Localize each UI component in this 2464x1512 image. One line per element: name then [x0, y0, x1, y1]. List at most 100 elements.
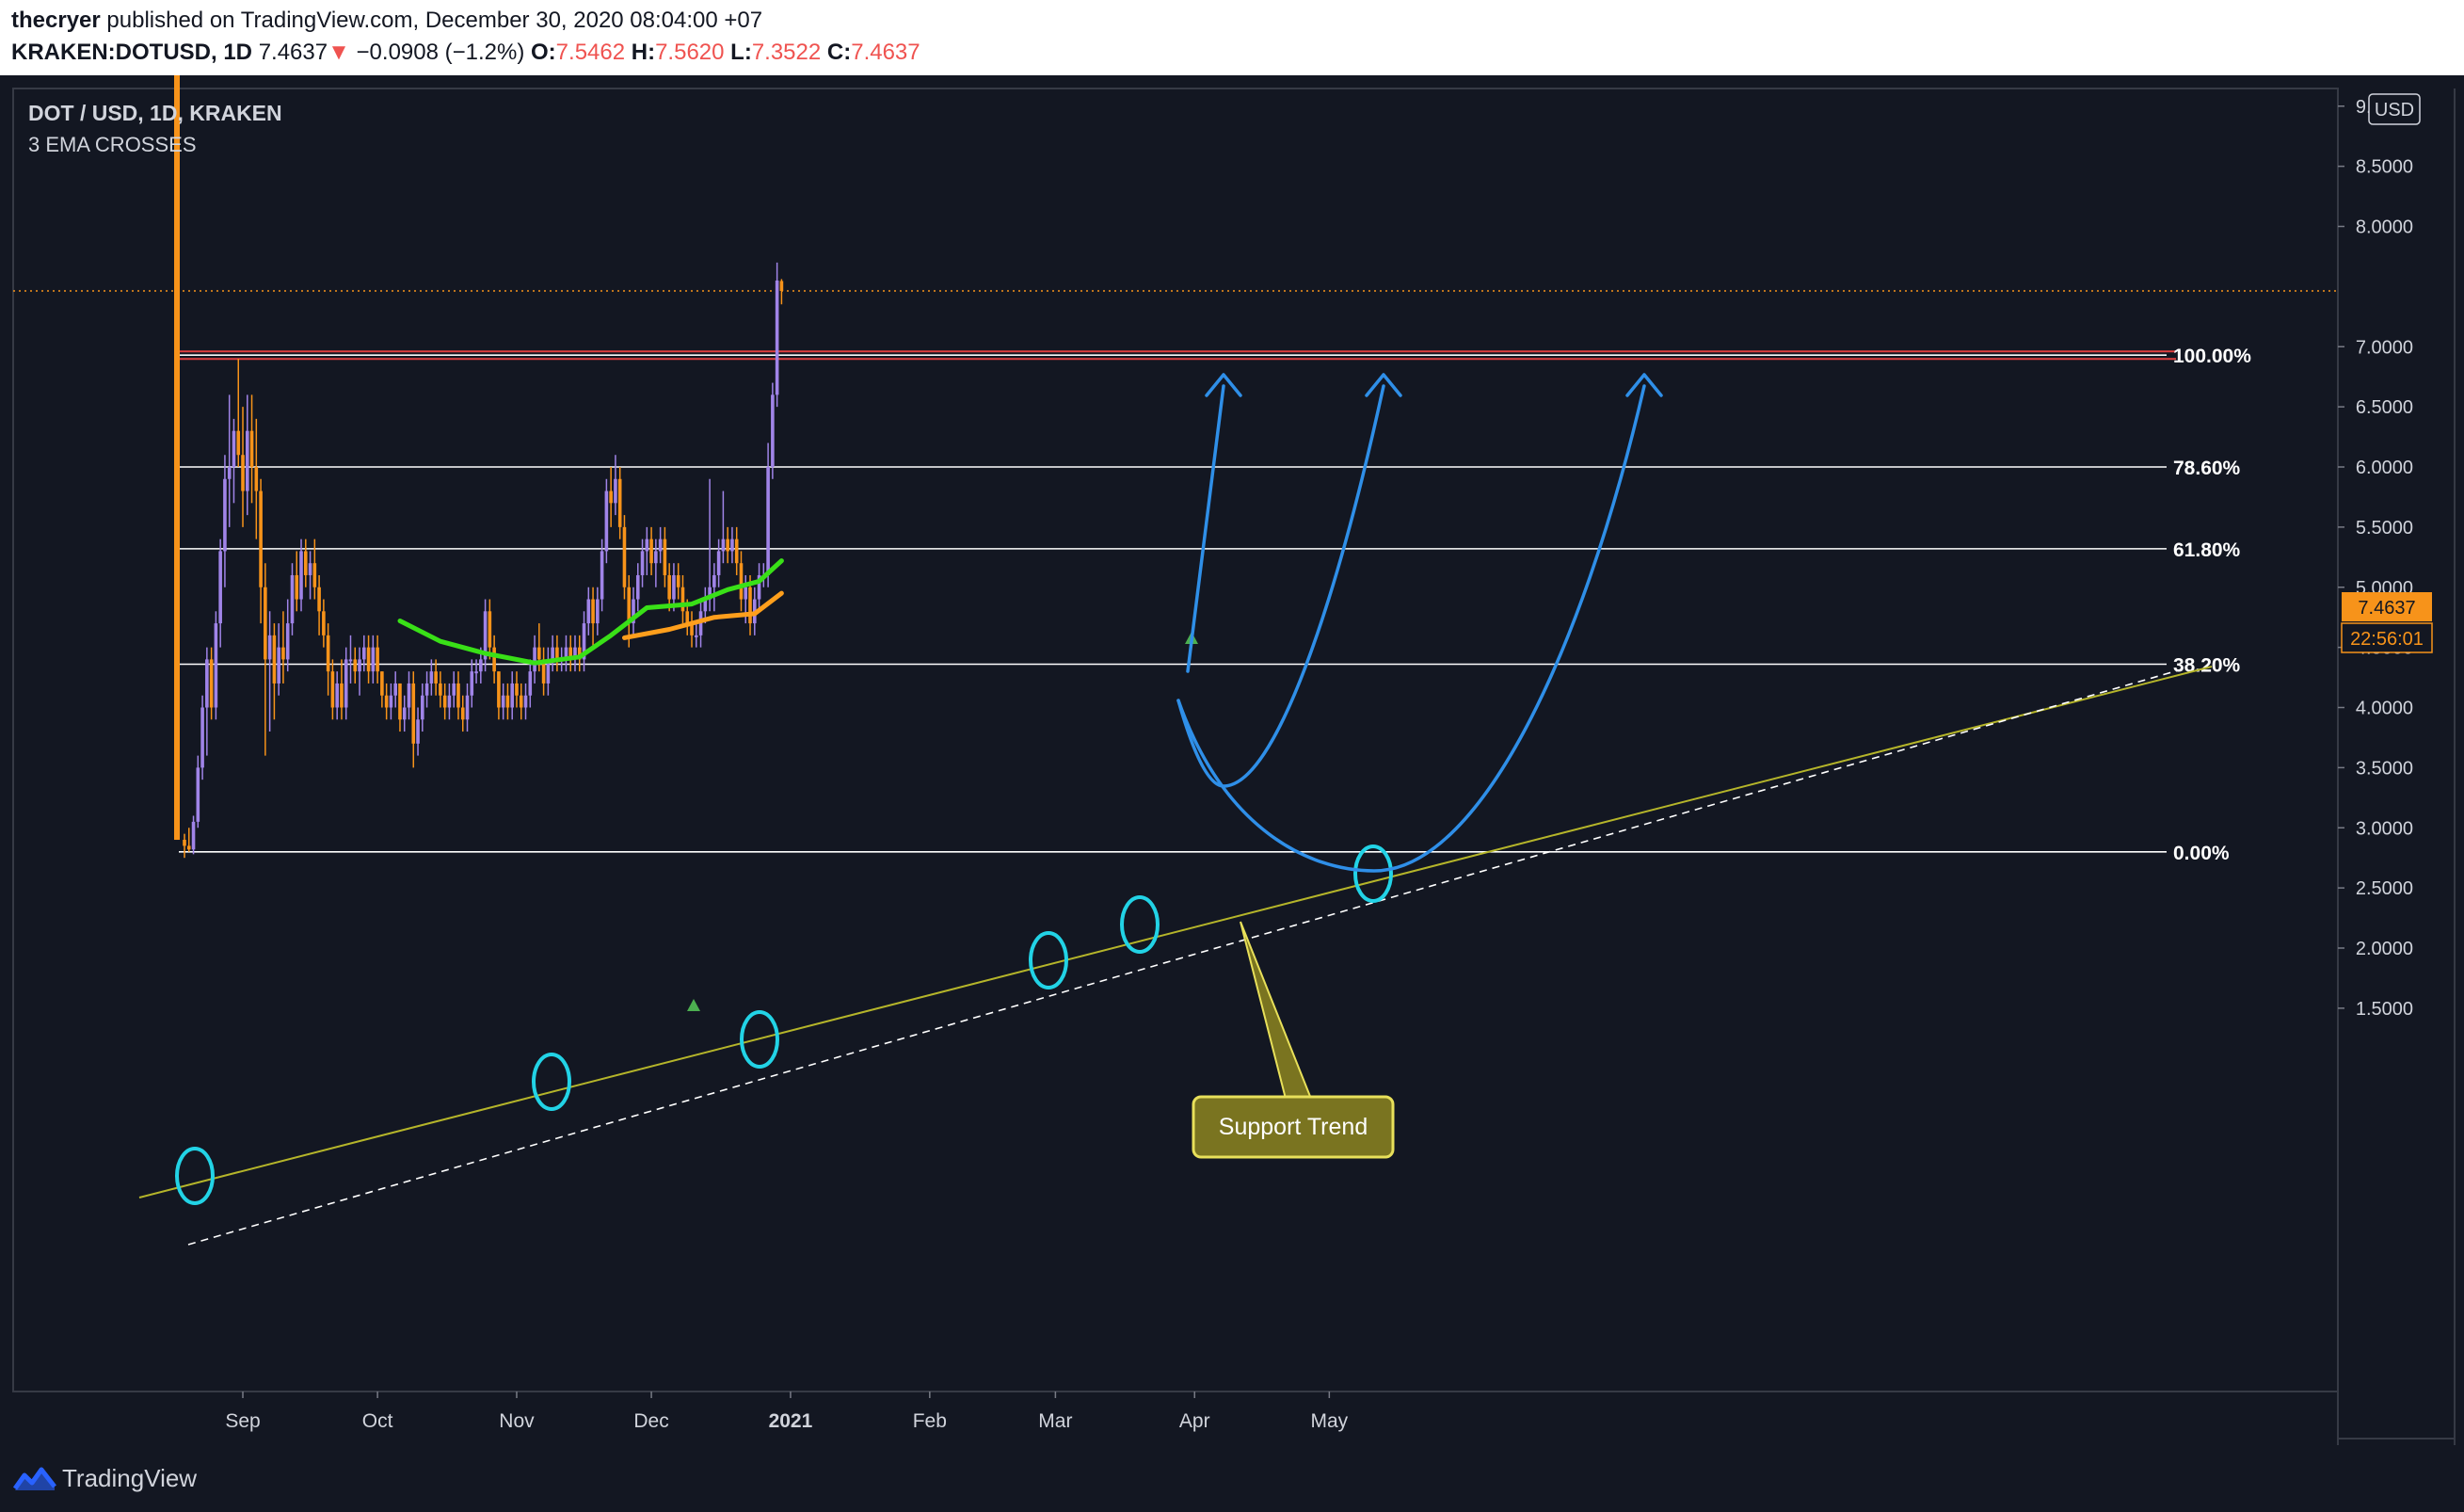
candle-body [290, 574, 295, 624]
fib-level-label: 0.00% [2173, 843, 2230, 864]
candle-body [312, 563, 317, 587]
candle-body [322, 611, 326, 635]
candle-body [200, 707, 204, 768]
time-tick-label: 2021 [769, 1410, 813, 1432]
callout-label: Support Trend [1219, 1114, 1368, 1140]
candle-body [317, 587, 321, 612]
currency-badge[interactable]: USD [2368, 93, 2421, 125]
price-tick-label: 7.0000 [2356, 337, 2413, 358]
candle-body [492, 647, 496, 672]
candle-body [254, 467, 259, 491]
fib-level-label: 61.80% [2173, 539, 2241, 561]
time-tick-label: Apr [1179, 1410, 1210, 1432]
candle-body [501, 695, 505, 708]
price-tick-label: 6.0000 [2356, 458, 2413, 478]
candle-body [411, 683, 416, 744]
candle-body [183, 840, 186, 846]
candle-body [456, 683, 460, 708]
candle-body [452, 683, 456, 696]
fib-level-label: 78.60% [2173, 458, 2241, 479]
candle-body [232, 430, 236, 467]
high-value: 7.5620 [655, 40, 725, 65]
initial-spike-candle [174, 75, 180, 841]
down-arrow-icon: ▼ [328, 40, 350, 65]
candle-body [366, 647, 371, 672]
tradingview-logo-icon[interactable] [13, 1464, 56, 1492]
candle-body [460, 707, 465, 720]
time-tick-label: Sep [225, 1410, 260, 1432]
candle-body [640, 551, 645, 575]
fib-level-label: 100.00% [2173, 346, 2251, 367]
countdown-label: 22:56:01 [2350, 629, 2424, 650]
candle-body [371, 647, 376, 672]
candle-body [384, 695, 389, 708]
price-tick-label: 8.5000 [2356, 157, 2413, 178]
currency-badge-label: USD [2375, 100, 2414, 121]
candle-body [344, 659, 348, 708]
price-chart[interactable]: 161.80%100.00%78.60%61.80%38.20%0.00% 11… [0, 75, 2464, 1445]
chart-background [0, 75, 2464, 1445]
close-label: C: [826, 40, 852, 65]
candle-body [721, 539, 726, 552]
candle-body [285, 623, 290, 660]
candle-body [424, 683, 429, 696]
price-tick-label: 2.5000 [2356, 878, 2413, 899]
time-tick-label: Nov [499, 1410, 535, 1432]
symbol-name[interactable]: KRAKEN:DOTUSD, 1D [11, 40, 252, 65]
candle-body [434, 671, 438, 684]
low-label: L: [730, 40, 752, 65]
candle-body [672, 574, 676, 600]
price-tick-label: 4.0000 [2356, 699, 2413, 719]
candle-body [398, 683, 402, 720]
candle-body [748, 587, 752, 624]
candle-body [227, 467, 232, 479]
candle-body [205, 659, 209, 708]
candle-body [303, 551, 308, 575]
candle-body [600, 551, 604, 600]
candle-body [694, 635, 698, 637]
symbol-info: KRAKEN:DOTUSD, 1D 7.4637▼ −0.0908 (−1.2%… [11, 40, 920, 66]
candle-body [277, 647, 280, 684]
candle-body [591, 599, 595, 624]
candle-body [658, 539, 663, 552]
candle-body [218, 551, 222, 624]
candle-body [295, 574, 299, 600]
open-label: O: [531, 40, 556, 65]
last-value: 7.4637 [258, 40, 328, 65]
candle-body [474, 671, 478, 674]
candle-body [407, 683, 411, 708]
candle-body [685, 611, 690, 624]
candle-body [340, 683, 344, 708]
candle-body [267, 635, 272, 660]
candle-body [596, 599, 600, 624]
candle-body [272, 635, 277, 684]
time-tick-label: Mar [1038, 1410, 1072, 1432]
candle-body [376, 647, 379, 672]
price-tick-label: 5.5000 [2356, 518, 2413, 539]
candle-body [439, 683, 442, 696]
candle-body [353, 659, 358, 672]
candle-body [259, 491, 263, 587]
candle-body [771, 394, 775, 467]
open-value: 7.5462 [555, 40, 626, 65]
price-tick-label: 3.5000 [2356, 758, 2413, 779]
author-name[interactable]: thecryer [11, 8, 101, 33]
price-tick-label: 3.0000 [2356, 818, 2413, 839]
last-price-label: 7.4637 [2358, 598, 2415, 619]
candle-body [196, 767, 200, 822]
publish-info: thecryer published on TradingView.com, D… [11, 8, 762, 34]
candle-body [264, 587, 267, 660]
candle-body [533, 647, 536, 672]
candle-body [362, 647, 366, 660]
candle-body [586, 599, 591, 624]
candle-body [479, 659, 483, 672]
candle-body [617, 478, 622, 527]
candle-body [186, 845, 191, 850]
candle-body [442, 695, 447, 708]
candle-body [488, 611, 492, 648]
candle-body [402, 707, 407, 720]
candle-body [515, 683, 519, 696]
change-value: −0.0908 (−1.2%) [356, 40, 525, 65]
close-value: 7.4637 [851, 40, 920, 65]
footer-bar: TradingView [0, 1445, 2464, 1512]
